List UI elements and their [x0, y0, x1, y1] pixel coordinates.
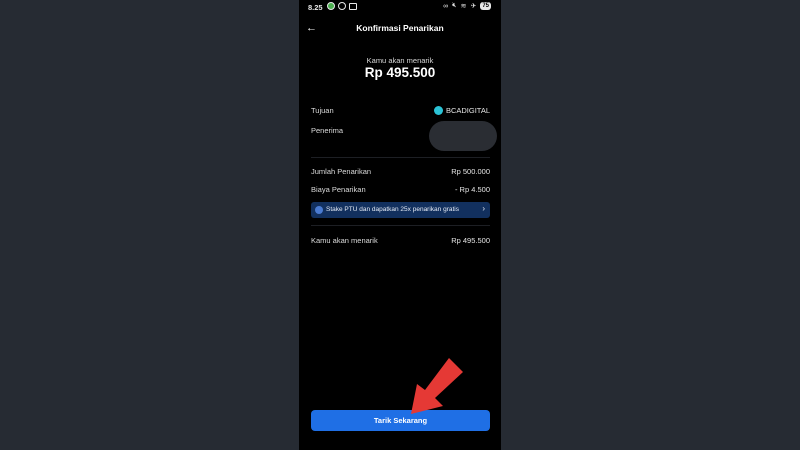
total-value: Rp 495.500	[451, 236, 490, 245]
wifi-icon: ≋	[460, 3, 467, 10]
withdraw-amount: Rp 495.500	[364, 65, 436, 80]
app-header: ← Konfirmasi Penarikan	[299, 18, 501, 38]
recipient-redacted	[429, 121, 497, 151]
total-label: Kamu akan menarik	[311, 236, 378, 245]
tujuan-label: Tujuan	[311, 106, 334, 115]
biaya-label: Biaya Penarikan	[311, 185, 366, 194]
link-icon: ∞	[443, 2, 449, 10]
notification-circle-icon	[338, 2, 346, 10]
biaya-value: - Rp 4.500	[454, 185, 490, 194]
bank-value: BCADIGITAL	[433, 106, 490, 115]
penerima-label: Penerima	[311, 126, 344, 135]
promo-banner[interactable]: Stake PTU dan dapatkan 25x penarikan gra…	[311, 202, 490, 218]
jumlah-value: Rp 500.000	[451, 167, 490, 176]
divider	[311, 157, 490, 158]
annotation-arrow-icon	[411, 358, 463, 414]
phone-screen: 8.25 ∞ 🔇︎ ≋ ✈︎ 75 ← Konfirmasi Penarikan…	[299, 0, 501, 450]
bank-name: BCADIGITAL	[445, 106, 490, 115]
jumlah-label: Jumlah Penarikan	[311, 167, 372, 176]
page-title: Konfirmasi Penarikan	[356, 23, 444, 33]
notification-app-icon	[327, 2, 335, 10]
amount-label: Kamu akan menarik	[366, 56, 434, 65]
status-bar: 8.25 ∞ 🔇︎ ≋ ✈︎ 75	[299, 0, 501, 14]
battery-icon: 75	[480, 2, 491, 10]
status-notification-icons	[327, 2, 357, 10]
notification-chat-icon	[349, 3, 357, 10]
ptu-token-icon	[315, 206, 323, 214]
divider	[311, 225, 490, 226]
status-system-icons: ∞ 🔇︎ ≋ ✈︎ 75	[443, 2, 491, 10]
promo-text: Stake PTU dan dapatkan 25x penarikan gra…	[326, 206, 459, 213]
chevron-right-icon: ›	[482, 204, 485, 213]
bank-logo-icon	[433, 106, 443, 115]
mute-icon: 🔇︎	[452, 2, 457, 9]
airplane-icon: ✈︎	[470, 3, 477, 10]
status-time: 8.25	[308, 3, 323, 12]
